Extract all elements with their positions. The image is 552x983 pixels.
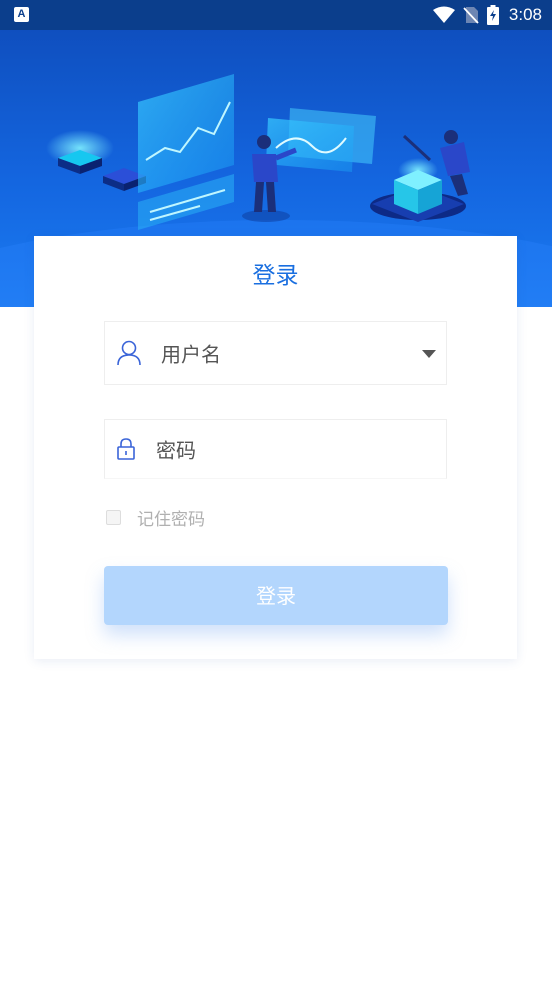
status-bar: A 3:08 — [0, 0, 552, 30]
password-placeholder: 密码 — [156, 438, 196, 463]
chevron-down-icon[interactable] — [422, 350, 436, 358]
no-sim-icon — [463, 7, 479, 24]
username-placeholder: 用户名 — [161, 342, 221, 367]
battery-charging-icon — [486, 5, 499, 25]
user-icon — [117, 340, 141, 366]
login-title: 登录 — [252, 263, 299, 289]
status-time: 3:08 — [508, 5, 542, 24]
login-button[interactable]: 登录 — [104, 566, 448, 625]
username-field[interactable]: 用户名 — [104, 321, 447, 385]
status-icons: 3:08 — [432, 4, 542, 26]
login-card: 登录 用户名 密码 记住密码 登录 — [34, 236, 517, 659]
remember-checkbox[interactable] — [106, 509, 121, 525]
password-field[interactable]: 密码 — [104, 419, 447, 479]
wifi-icon — [432, 6, 455, 23]
lock-icon — [117, 438, 135, 460]
remember-label: 记住密码 — [137, 509, 205, 530]
app-notification-icon: A — [14, 7, 29, 22]
remember-password[interactable]: 记住密码 — [106, 507, 205, 530]
